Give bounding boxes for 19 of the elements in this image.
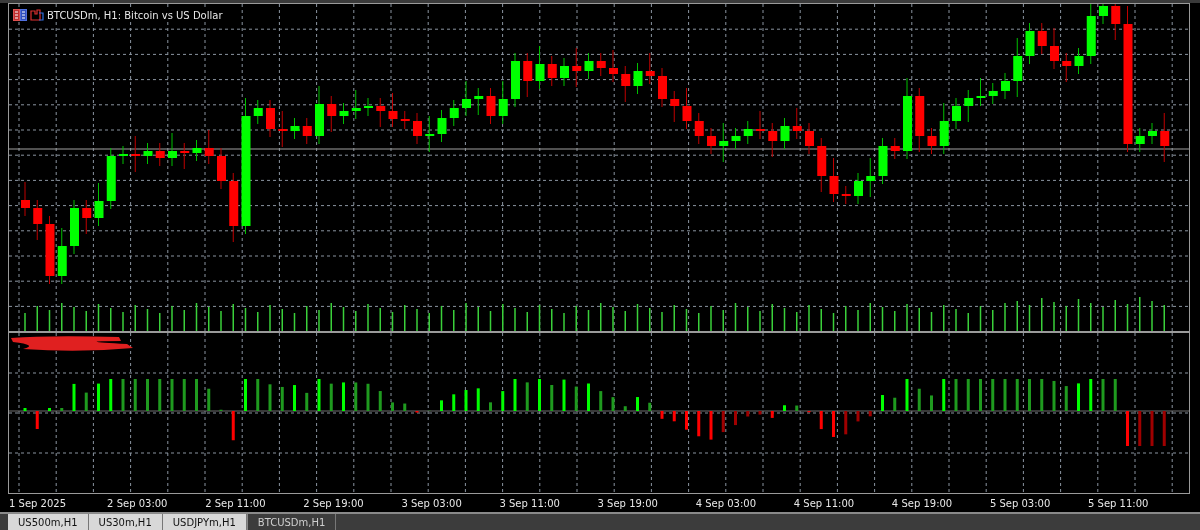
chart-tab[interactable]: BTCUSDm,H1 [246, 514, 337, 530]
chart-icon[interactable] [30, 9, 44, 21]
time-axis-label: 3 Sep 03:00 [401, 497, 463, 509]
time-axis-label: 2 Sep 11:00 [205, 497, 267, 509]
chart-tab[interactable]: USDJPYm,H1 [162, 514, 247, 530]
time-axis-label: 3 Sep 19:00 [597, 497, 659, 509]
chart-tab[interactable]: US30m,H1 [88, 514, 163, 530]
time-axis-label: 1 Sep 2025 [9, 497, 68, 509]
time-axis-label: 4 Sep 03:00 [695, 497, 758, 509]
time-axis-label: 2 Sep 19:00 [303, 497, 365, 509]
time-axis-label: 4 Sep 19:00 [891, 497, 954, 509]
time-axis-label: 3 Sep 11:00 [499, 497, 561, 509]
time-axis-label: 2 Sep 03:00 [107, 497, 169, 509]
time-axis-label: 5 Sep 03:00 [989, 497, 1052, 509]
chart-tab[interactable]: US500m,H1 [8, 514, 89, 530]
list-icon[interactable] [13, 9, 27, 21]
time-axis-label: 5 Sep 11:00 [1088, 497, 1150, 509]
time-axis-label: 4 Sep 11:00 [793, 497, 856, 509]
chart-title: BTCUSDm, H1: Bitcoin vs US Dollar [47, 9, 223, 21]
